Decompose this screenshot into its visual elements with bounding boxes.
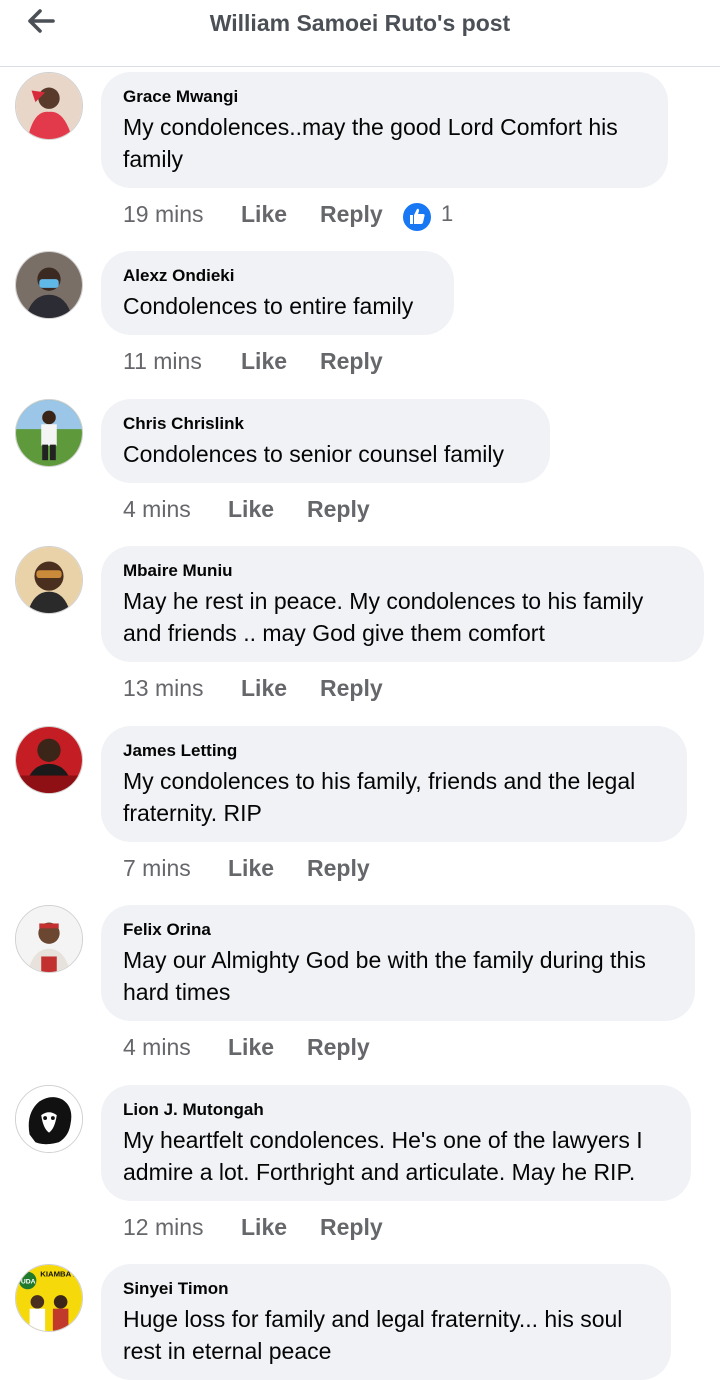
avatar-badge-text: UDA [21,1278,36,1285]
thumbs-up-icon [401,201,433,233]
comment-author[interactable]: Mbaire Muniu [123,561,682,581]
comment-bubble: Sinyei Timon Huge loss for family and le… [101,1264,671,1380]
comment-bubble: Grace Mwangi My condolences..may the goo… [101,72,668,188]
page-title: William Samoei Ruto's post [209,10,511,36]
comment-text: My heartfelt condolences. He's one of th… [123,1127,643,1185]
comment-bubble: Alexz Ondieki Condolences to entire fami… [101,251,454,335]
comment-timestamp[interactable]: 13 mins [123,675,204,702]
top-bar: William Samoei Ruto's post [0,0,720,67]
comment-text: Condolences to entire family [123,293,414,319]
reaction-count: 1 [441,201,454,226]
avatar[interactable]: UDA KIAMBA 2021 [15,1264,83,1332]
reply-button[interactable]: Reply [320,1214,383,1241]
avatar[interactable] [15,251,83,319]
comment-text: My condolences..may the good Lord Comfor… [123,114,618,172]
comment-timestamp[interactable]: 12 mins [123,1214,204,1241]
avatar[interactable] [15,1085,83,1153]
reply-button[interactable]: Reply [307,496,370,523]
comment-timestamp[interactable]: 4 mins [123,496,191,523]
like-button[interactable]: Like [228,855,274,882]
comment-timestamp[interactable]: 11 mins [123,348,202,375]
comment-text: May he rest in peace. My condolences to … [123,588,644,646]
comment-text: My condolences to his family, friends an… [123,768,636,826]
like-button[interactable]: Like [241,1214,287,1241]
comment-timestamp[interactable]: 4 mins [123,1034,191,1061]
reply-button[interactable]: Reply [307,1034,370,1061]
comment-author[interactable]: Felix Orina [123,920,673,940]
reply-button[interactable]: Reply [320,201,383,228]
comment-author[interactable]: Alexz Ondieki [123,266,432,286]
like-button[interactable]: Like [241,201,287,228]
reply-button[interactable]: Reply [320,348,383,375]
comment-bubble: Felix Orina May our Almighty God be with… [101,905,695,1021]
comment-author[interactable]: Chris Chrislink [123,414,528,434]
comment-bubble: Lion J. Mutongah My heartfelt condolence… [101,1085,691,1201]
comment-author[interactable]: Lion J. Mutongah [123,1100,669,1120]
avatar[interactable] [15,905,83,973]
avatar[interactable] [15,399,83,467]
comment-author[interactable]: Sinyei Timon [123,1279,649,1299]
comment-text: Condolences to senior counsel family [123,441,504,467]
like-button[interactable]: Like [241,675,287,702]
avatar-caption: KIAMBA 2021 [40,1270,82,1279]
reply-button[interactable]: Reply [320,675,383,702]
avatar[interactable] [15,726,83,794]
comment-bubble: Chris Chrislink Condolences to senior co… [101,399,550,483]
like-button[interactable]: Like [241,348,287,375]
like-button[interactable]: Like [228,496,274,523]
comment-timestamp[interactable]: 19 mins [123,201,204,228]
comment-text: May our Almighty God be with the family … [123,947,646,1005]
like-button[interactable]: Like [228,1034,274,1061]
comment-bubble: Mbaire Muniu May he rest in peace. My co… [101,546,704,662]
reply-button[interactable]: Reply [307,855,370,882]
avatar[interactable] [15,72,83,140]
comment-bubble: James Letting My condolences to his fami… [101,726,687,842]
comment-text: Huge loss for family and legal fraternit… [123,1306,623,1364]
avatar[interactable] [15,546,83,614]
comment-author[interactable]: James Letting [123,741,665,761]
comment-timestamp[interactable]: 7 mins [123,855,191,882]
comment-author[interactable]: Grace Mwangi [123,87,646,107]
